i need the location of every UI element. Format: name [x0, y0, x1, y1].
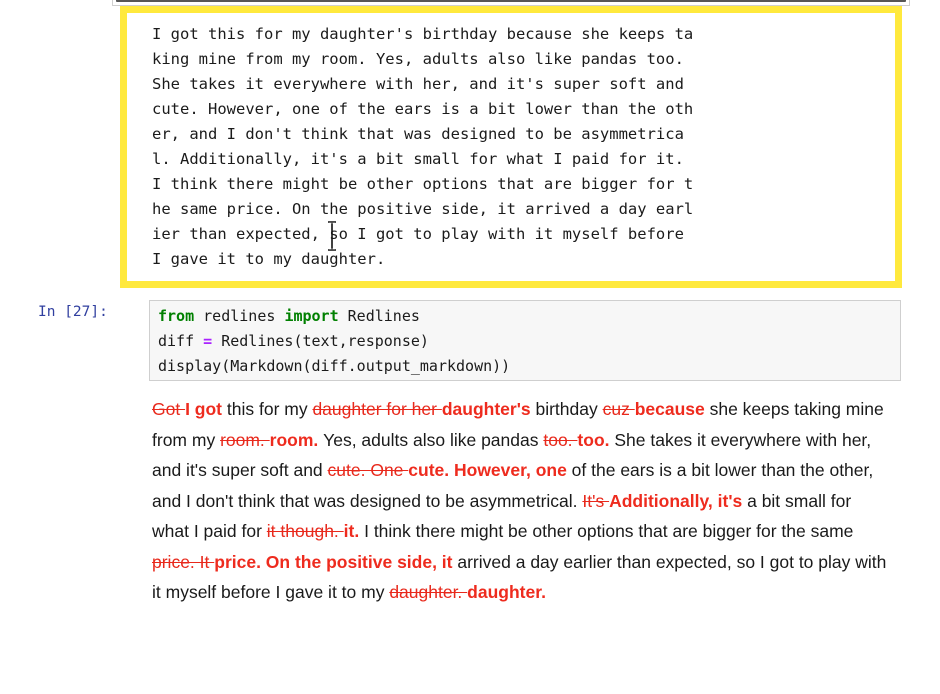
diff-deletion: room. [220, 429, 270, 450]
diff-deletion: cuz [602, 399, 635, 419]
diff-insertion: because [634, 399, 710, 419]
diff-unchanged: birthday [535, 399, 603, 419]
code-plain: redlines [194, 307, 285, 325]
diff-insertion: daughter. [467, 582, 546, 602]
diff-insertion: too. [577, 429, 615, 450]
diff-unchanged: this for my [226, 399, 313, 419]
diff-deletion: It's [582, 490, 610, 511]
diff-deletion: daughter for her [312, 399, 442, 419]
code-line: display(Markdown(diff.output_markdown)) [158, 354, 510, 379]
redlines-diff-output: Got I got this for my daughter for her d… [152, 394, 892, 608]
code-operator: = [203, 332, 213, 350]
diff-unchanged: Yes, adults also like pandas [323, 429, 544, 450]
code-editor[interactable]: from redlines import Redlines diff = Redl… [149, 300, 901, 381]
collapsed-cell-bar-icon [116, 0, 906, 2]
code-line: diff = Redlines(text,response) [158, 329, 510, 354]
code-keyword: import [284, 307, 339, 325]
diff-deletion: daughter. [389, 582, 468, 602]
diff-unchanged: I think there might be other options tha… [364, 521, 854, 541]
diff-deletion: cute. One [327, 460, 409, 480]
diff-insertion: daughter's [441, 399, 536, 419]
execution-count-prompt: In [27]: [38, 304, 108, 320]
code-cell-row: In [27]: from redlines import Redlines di… [0, 300, 940, 382]
diff-insertion: price. On the positive side, it [214, 551, 458, 572]
diff-deletion: price. It [152, 551, 215, 572]
diff-deletion: too. [543, 429, 578, 450]
diff-insertion: cute. However, one [408, 460, 572, 480]
code-keyword: from [158, 307, 195, 325]
diff-insertion: Additionally, it's [609, 490, 748, 511]
highlighted-text-block[interactable]: I got this for my daughter's birthday be… [120, 6, 902, 288]
code-plain: display(Markdown(diff.output_markdown)) [158, 357, 511, 375]
code-plain: diff [158, 332, 204, 350]
diff-insertion: I got [185, 399, 227, 419]
diff-deletion: it though. [266, 521, 344, 541]
code-plain: Redlines [338, 307, 420, 325]
code-line: from redlines import Redlines [158, 304, 510, 329]
diff-insertion: it. [343, 521, 365, 541]
review-text: I got this for my daughter's birthday be… [152, 25, 694, 268]
code-source: from redlines import Redlines diff = Redl… [158, 304, 510, 379]
code-plain: Redlines(text,response) [212, 332, 429, 350]
diff-insertion: room. [269, 429, 324, 450]
diff-deletion: Got [152, 399, 186, 419]
